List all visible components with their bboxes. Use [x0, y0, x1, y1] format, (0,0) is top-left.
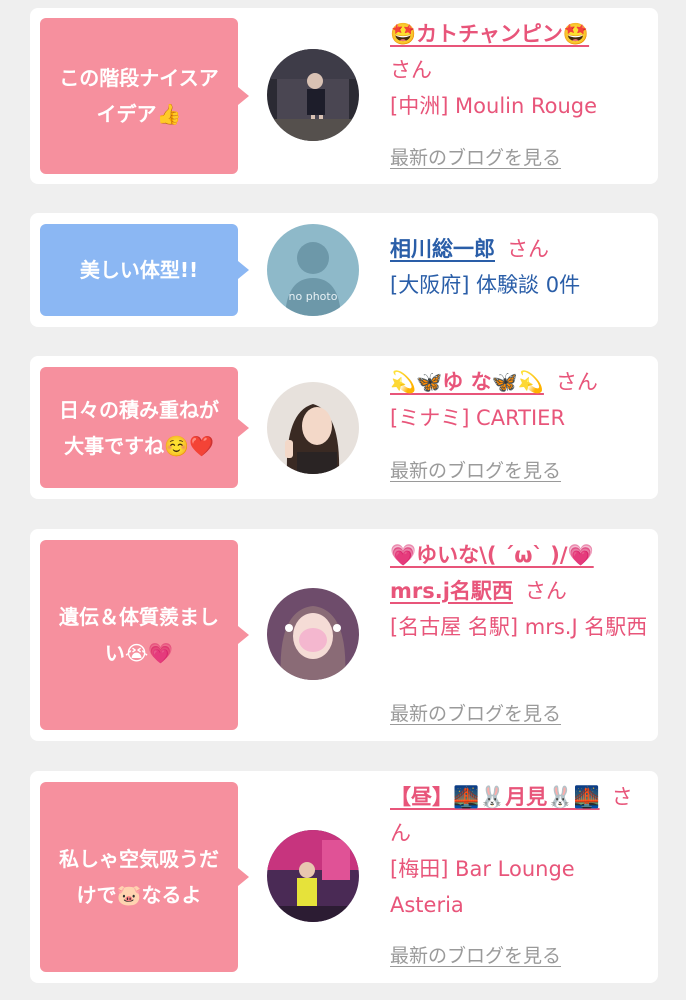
review-card-1: この階段ナイスアイデア👍 🤩カトチャンピン🤩 さん [中洲] Moulin Ro…: [30, 8, 658, 184]
avatar[interactable]: [267, 49, 359, 141]
blog-link[interactable]: 最新のブログを見る: [390, 699, 561, 726]
avatar[interactable]: [267, 830, 359, 922]
user-name-link[interactable]: 💫🦋ゆ な🦋💫: [390, 370, 544, 394]
avatar[interactable]: no photo: [267, 224, 359, 316]
blog-link[interactable]: 最新のブログを見る: [390, 456, 561, 483]
comment-text: 美しい体型!!: [79, 258, 199, 282]
avatar[interactable]: [267, 588, 359, 680]
comment-bubble: 私しゃ空気吸うだけで🐷なるよ: [40, 782, 249, 972]
blog-link[interactable]: 最新のブログを見る: [390, 941, 561, 968]
user-name-link[interactable]: 【昼】🌉🐰月見🐰🌉: [390, 785, 600, 809]
honorific: さん: [555, 370, 598, 394]
user-info: 💫🦋ゆ な🦋💫 さん [ミナミ] CARTIER: [390, 364, 652, 436]
review-card-5: 私しゃ空気吸うだけで🐷なるよ 【昼】🌉🐰月見🐰🌉 さん [梅田] Bar Loun…: [30, 771, 658, 983]
comment-bubble: 遺伝＆体質羨ましい😭💗: [40, 540, 249, 730]
honorific: さん: [507, 237, 549, 261]
comment-text: 日々の積み重ねが大事ですね☺️❤️: [59, 397, 219, 458]
user-info: 🤩カトチャンピン🤩 さん [中洲] Moulin Rouge: [390, 16, 652, 124]
location: [梅田] Bar Lounge Asteria: [390, 857, 575, 917]
no-photo-text: no photo: [289, 290, 338, 303]
honorific: さん: [390, 58, 432, 82]
location: [大阪府] 体験談 0件: [390, 273, 581, 297]
comment-bubble: 日々の積み重ねが大事ですね☺️❤️: [40, 367, 249, 488]
user-info: 相川総一郎 さん [大阪府] 体験談 0件: [390, 231, 652, 303]
user-name-link[interactable]: 🤩カトチャンピン🤩: [390, 22, 589, 46]
review-card-2: 美しい体型!! no photo 相川総一郎 さん [大阪府] 体験談 0件: [30, 213, 658, 327]
review-card-4: 遺伝＆体質羨ましい😭💗 💗ゆいな\( ´ω` )/💗mrs.j名駅西 さん [名古…: [30, 529, 658, 741]
comment-text: 私しゃ空気吸うだけで🐷なるよ: [59, 847, 219, 907]
comment-text: 遺伝＆体質羨ましい😭💗: [59, 605, 219, 665]
user-name-link[interactable]: 相川総一郎: [390, 237, 495, 261]
comment-bubble: 美しい体型!!: [40, 224, 249, 316]
location: [ミナミ] CARTIER: [390, 406, 566, 430]
comment-bubble: この階段ナイスアイデア👍: [40, 18, 249, 174]
review-card-3: 日々の積み重ねが大事ですね☺️❤️ 💫🦋ゆ な🦋💫 さん [ミナミ] CARTIE…: [30, 356, 658, 499]
avatar[interactable]: [267, 382, 359, 474]
location: [中洲] Moulin Rouge: [390, 94, 598, 118]
honorific: さん: [524, 579, 567, 603]
location: [名古屋 名駅] mrs.J 名駅西: [390, 615, 648, 639]
user-info: 【昼】🌉🐰月見🐰🌉 さん [梅田] Bar Lounge Asteria: [390, 779, 652, 923]
user-info: 💗ゆいな\( ´ω` )/💗mrs.j名駅西 さん [名古屋 名駅] mrs.J …: [390, 537, 652, 645]
blog-link[interactable]: 最新のブログを見る: [390, 143, 561, 170]
comment-text: この階段ナイスアイデア👍: [59, 66, 219, 126]
